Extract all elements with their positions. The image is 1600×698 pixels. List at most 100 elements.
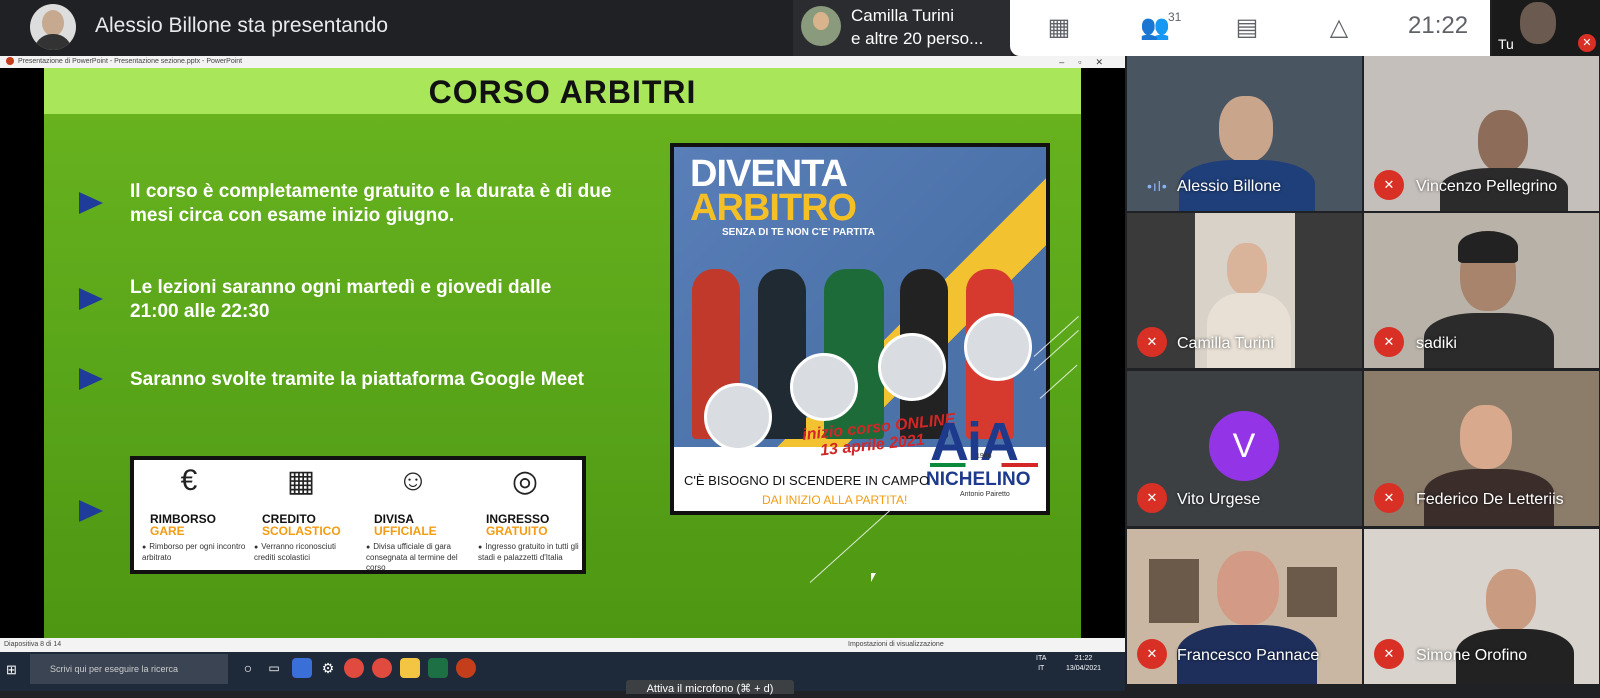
powerpoint-app-icon[interactable] bbox=[456, 658, 476, 678]
participant-name: Vincenzo Pellegrino bbox=[1416, 178, 1558, 195]
participant-name: Camilla Turini bbox=[1177, 335, 1274, 352]
windows-start-icon[interactable]: ⊞ bbox=[6, 662, 20, 677]
bullet-arrow-icon bbox=[79, 288, 103, 310]
participant-name: Simone Orofino bbox=[1416, 647, 1528, 664]
poster-bottom-line2: DAI INIZIO ALLA PARTITA! bbox=[762, 493, 908, 507]
bullet-text-1: Il corso è completamente gratuito e la d… bbox=[130, 181, 612, 226]
participant-tile[interactable]: ✕ Simone Orofino bbox=[1364, 529, 1599, 684]
participant-tile[interactable]: ✕ Federico De Letteriis bbox=[1364, 371, 1599, 526]
decorative-line bbox=[809, 508, 893, 583]
view-settings[interactable]: Impostazioni di visualizzazione bbox=[848, 638, 944, 652]
poster-photo-circle bbox=[878, 333, 946, 401]
benefit-desc: Rimborso per ogni incontro arbitrato bbox=[142, 542, 246, 563]
benefit-subtitle: GRATUITO bbox=[486, 524, 548, 538]
excel-icon[interactable] bbox=[428, 658, 448, 678]
chip-line2: e altre 20 perso... bbox=[851, 29, 984, 48]
powerpoint-statusbar: Diapositiva 8 di 14 Impostazioni di visu… bbox=[0, 638, 1125, 652]
participant-tile[interactable]: ✕ sadiki bbox=[1364, 213, 1599, 368]
poster-author: Antonio Pairetto bbox=[960, 491, 1010, 498]
benefit-subtitle: SCOLASTICO bbox=[262, 524, 341, 538]
mic-off-icon[interactable]: ✕ bbox=[1578, 34, 1596, 52]
participants-chip[interactable]: Camilla Turini e altre 20 perso... bbox=[793, 0, 1011, 56]
referee-poster: DIVENTA ARBITRO SENZA DI TE NON C'E' PAR… bbox=[670, 143, 1050, 515]
poster-photo-circle bbox=[964, 313, 1032, 381]
poster-line2: ARBITRO bbox=[690, 187, 857, 229]
bullet-arrow-icon bbox=[79, 500, 103, 522]
chip-avatar bbox=[801, 6, 841, 46]
poster-tagline: SENZA DI TE NON C'E' PARTITA bbox=[722, 227, 875, 238]
participant-avatar: V bbox=[1209, 411, 1279, 481]
poster-photo-circle bbox=[790, 353, 858, 421]
window-controls[interactable]: –▫✕ bbox=[1059, 56, 1117, 68]
mic-off-icon: ✕ bbox=[1374, 639, 1404, 669]
slide: CORSO ARBITRI Il corso è completamente g… bbox=[44, 68, 1081, 650]
poster-photo-circle bbox=[704, 383, 772, 451]
bullet-text-3: Saranno svolte tramite la piattaforma Go… bbox=[130, 369, 584, 390]
benefit-item: ◎ INGRESSO GRATUITO Ingresso gratuito in… bbox=[472, 464, 584, 572]
benefit-item: € RIMBORSO GARE Rimborso per ogni incont… bbox=[136, 464, 248, 572]
chrome-icon[interactable] bbox=[344, 658, 364, 678]
benefit-desc: Verranno riconosciuti crediti scolastici bbox=[254, 542, 358, 563]
input-language[interactable]: ITA IT bbox=[1036, 654, 1046, 674]
taskbar-search[interactable]: Scrivi qui per eseguire la ricerca bbox=[30, 654, 228, 684]
self-view-tile[interactable]: Tu ✕ bbox=[1492, 0, 1600, 56]
benefit-item: ☺ DIVISA UFFICIALE Divisa ufficiale di g… bbox=[360, 464, 472, 572]
layout-grid-off-icon[interactable]: ▦ bbox=[1044, 13, 1074, 43]
participant-name: Vito Urgese bbox=[1177, 491, 1261, 508]
clock: 21:22 bbox=[1408, 12, 1469, 39]
participant-tile[interactable]: ✕ Francesco Pannace bbox=[1127, 529, 1362, 684]
stadium-icon: ◎ bbox=[511, 465, 539, 498]
mic-off-icon: ✕ bbox=[1137, 327, 1167, 357]
powerpoint-titlebar: Presentazione di PowerPoint - Presentazi… bbox=[0, 56, 1125, 68]
people-icon[interactable]: 👥 bbox=[1140, 13, 1170, 43]
speaking-indicator-icon: •ıl• bbox=[1147, 178, 1168, 194]
benefit-item: ▦ CREDITO SCOLASTICO Verranno riconosciu… bbox=[248, 464, 360, 572]
benefit-subtitle: UFFICIALE bbox=[374, 524, 437, 538]
shared-screen: Presentazione di PowerPoint - Presentazi… bbox=[0, 56, 1125, 691]
referee-icon: ☺ bbox=[397, 464, 429, 497]
benefit-desc: Divisa ufficiale di gara consegnata al t… bbox=[366, 542, 470, 573]
bullet-arrow-icon bbox=[79, 192, 103, 214]
chip-line1: Camilla Turini bbox=[851, 6, 954, 25]
participant-name: sadiki bbox=[1416, 335, 1457, 352]
meet-top-bar: Alessio Billone sta presentando Camilla … bbox=[0, 0, 1600, 56]
bullet-text-2: Le lezioni saranno ogni martedì e gioved… bbox=[130, 277, 552, 322]
presenting-text: Alessio Billone sta presentando bbox=[95, 14, 389, 37]
mic-off-icon: ✕ bbox=[1374, 483, 1404, 513]
slide-title: CORSO ARBITRI bbox=[428, 74, 697, 110]
participants-count: 31 bbox=[1168, 10, 1182, 24]
cortana-icon[interactable]: ○ bbox=[238, 658, 258, 678]
taskbar-clock[interactable]: 21:22 13/04/2021 bbox=[1066, 654, 1101, 674]
file-explorer-icon[interactable] bbox=[400, 658, 420, 678]
participant-tile[interactable]: •ıl• Alessio Billone bbox=[1127, 56, 1362, 211]
poster-bottom-line1: C'È BISOGNO DI SCENDERE IN CAMPO bbox=[684, 473, 930, 488]
powerpoint-icon bbox=[6, 57, 14, 66]
participant-tile[interactable]: ✕ Camilla Turini bbox=[1127, 213, 1362, 368]
mic-off-icon: ✕ bbox=[1137, 639, 1167, 669]
presenter-avatar bbox=[30, 4, 76, 50]
slide-counter: Diapositiva 8 di 14 bbox=[4, 641, 62, 648]
participant-name: Federico De Letteriis bbox=[1416, 491, 1564, 508]
mic-off-icon: ✕ bbox=[1374, 327, 1404, 357]
chat-icon[interactable]: ▤ bbox=[1232, 13, 1262, 43]
bullet-arrow-icon bbox=[79, 368, 103, 390]
settings-gear-icon[interactable]: ⚙ bbox=[318, 658, 338, 678]
mic-off-icon: ✕ bbox=[1374, 170, 1404, 200]
self-label: Tu bbox=[1498, 36, 1514, 52]
app-icon[interactable] bbox=[292, 658, 312, 678]
activities-icon[interactable]: △ bbox=[1324, 13, 1354, 43]
unmute-toast[interactable]: Attiva il microfono (⌘ + d) bbox=[626, 680, 794, 695]
benefit-subtitle: GARE bbox=[150, 524, 185, 538]
participant-name: Francesco Pannace bbox=[1177, 647, 1320, 664]
participant-tile[interactable]: ✕ Vincenzo Pellegrino bbox=[1364, 56, 1599, 211]
task-view-icon[interactable]: ▭ bbox=[264, 658, 284, 678]
poster-year: 1986 bbox=[976, 453, 992, 460]
money-icon: € bbox=[180, 464, 198, 497]
italian-flag-stripe bbox=[930, 463, 1038, 467]
chrome-icon[interactable] bbox=[372, 658, 392, 678]
poster-city: NICHELINO bbox=[926, 469, 1031, 490]
participant-tile[interactable]: V ✕ Vito Urgese bbox=[1127, 371, 1362, 526]
windows-taskbar: ⊞ Scrivi qui per eseguire la ricerca ○ ▭… bbox=[0, 652, 1125, 691]
mic-off-icon: ✕ bbox=[1137, 483, 1167, 513]
benefits-panel: € RIMBORSO GARE Rimborso per ogni incont… bbox=[130, 456, 586, 574]
